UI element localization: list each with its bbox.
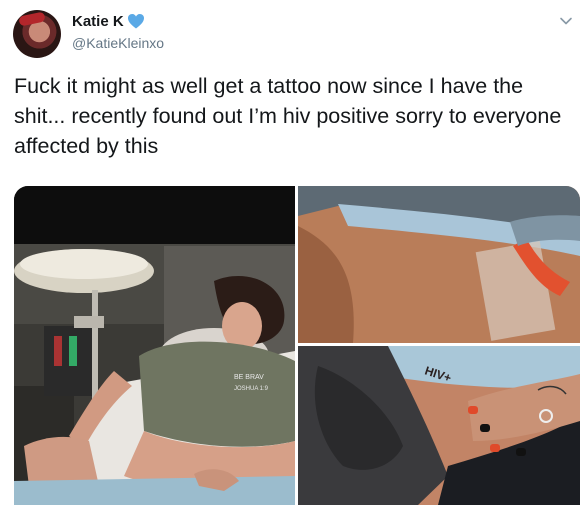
photo-woman-on-tattoo-table[interactable]: BE BRAV JOSHUA 1:9 <box>14 186 295 505</box>
media-grid: BE BRAV JOSHUA 1:9 HIV+ <box>14 186 580 505</box>
svg-text:BE BRAV: BE BRAV <box>234 374 264 381</box>
svg-text:JOSHUA 1:9: JOSHUA 1:9 <box>234 386 269 392</box>
display-name[interactable]: Katie K <box>72 13 124 30</box>
photo-hiv-tattoo[interactable]: HIV+ <box>298 346 580 505</box>
avatar[interactable] <box>13 10 61 58</box>
handle[interactable]: @KatieKleinxo <box>72 35 164 51</box>
tweet: Katie K @KatieKleinxo Fuck it might as w… <box>0 0 583 505</box>
blue-heart-icon <box>127 14 144 29</box>
tweet-text: Fuck it might as well get a tattoo now s… <box>14 74 562 158</box>
photo-stencil-application[interactable] <box>298 186 580 343</box>
author-row: Katie K <box>72 13 144 30</box>
chevron-down-icon[interactable] <box>559 14 573 28</box>
